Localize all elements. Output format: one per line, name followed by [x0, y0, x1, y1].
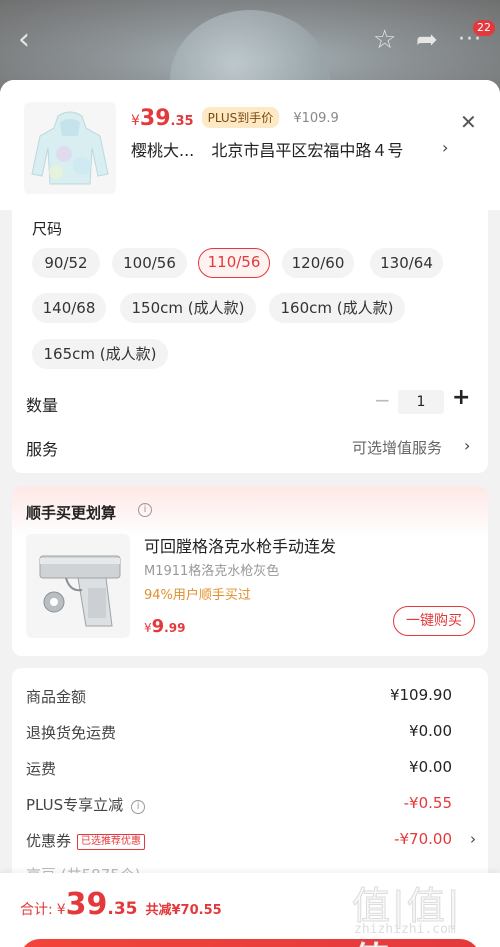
- size-option[interactable]: 150cm (成人款): [120, 293, 256, 323]
- star-icon[interactable]: ☆: [373, 22, 396, 58]
- service-value[interactable]: 可选增值服务: [352, 437, 442, 458]
- minus-icon[interactable]: −: [374, 388, 391, 412]
- chevron-right-icon[interactable]: ›: [464, 436, 470, 455]
- bill-row: 退换货免运费 ¥0.00: [26, 722, 476, 746]
- bundle-product-image[interactable]: [26, 534, 130, 638]
- coupon-row[interactable]: 优惠券 已选推荐优惠 -¥70.00 ›: [26, 830, 476, 854]
- watermark: 值|值|值 zhizhizhi.com: [352, 873, 492, 947]
- size-option[interactable]: 140/68: [32, 293, 106, 323]
- total-decimal: .35: [107, 899, 138, 919]
- purchase-sheet: ¥ 39 .35 PLUS到手价 ¥109.9 ✕ 樱桃大... 北京市昌平区宏…: [0, 80, 500, 947]
- quantity-label: 数量: [26, 396, 59, 415]
- info-icon[interactable]: i: [131, 800, 146, 814]
- spec-card: 尺码 90/52 100/56 110/56 120/60 130/64 140…: [12, 210, 488, 473]
- delivery-address[interactable]: 樱桃大... 北京市昌平区宏福中路４号: [131, 137, 461, 161]
- recommended-coupon-tag: 已选推荐优惠: [77, 834, 146, 850]
- total-price: 合计: ¥ 39 .35 共减¥70.55: [20, 887, 222, 922]
- size-option[interactable]: 165cm (成人款): [32, 339, 168, 369]
- price-currency: ¥: [131, 113, 140, 129]
- sheet-header: ¥ 39 .35 PLUS到手价 ¥109.9 ✕ 樱桃大... 北京市昌平区宏…: [0, 80, 500, 210]
- bill-value: -¥70.00: [394, 830, 452, 848]
- size-option[interactable]: 160cm (成人款): [269, 293, 405, 323]
- plus-price-tag: PLUS到手价: [201, 107, 280, 128]
- size-option[interactable]: 90/52: [32, 248, 100, 278]
- bill-row: 运费 ¥0.00: [26, 758, 476, 782]
- product-topbar: ‹ ☆ ➦ ··· 22: [0, 20, 500, 58]
- original-price: ¥109.9: [293, 111, 339, 126]
- back-icon[interactable]: ‹: [18, 22, 30, 58]
- product-thumbnail: [24, 102, 116, 194]
- bill-label: 商品金额: [26, 688, 87, 706]
- share-icon[interactable]: ➦: [416, 22, 438, 58]
- bundle-price-decimal: .99: [164, 621, 186, 635]
- bill-row: PLUS专享立减 i -¥0.55: [26, 794, 476, 818]
- bill-label: PLUS专享立减: [26, 796, 124, 814]
- chevron-right-icon[interactable]: ›: [442, 138, 448, 157]
- size-title: 尺码: [32, 220, 63, 238]
- watermark-url: zhizhizhi.com: [354, 922, 456, 937]
- bill-label-plus: PLUS专享立减 i: [26, 794, 146, 815]
- bill-value: ¥0.00: [409, 758, 452, 776]
- bundle-product-name[interactable]: 可回膛格洛克水枪手动连发: [144, 533, 336, 557]
- address-text: 北京市昌平区宏福中路４号: [211, 141, 404, 160]
- plus-icon[interactable]: +: [452, 385, 470, 410]
- total-integer: 39: [65, 887, 108, 922]
- close-icon[interactable]: ✕: [460, 110, 477, 134]
- service-label: 服务: [26, 440, 59, 459]
- bundle-price: ¥ 9 .99: [144, 616, 185, 637]
- size-option[interactable]: 130/64: [370, 248, 443, 278]
- total-saved: 共减¥70.55: [145, 903, 222, 918]
- bill-value: ¥0.00: [409, 722, 452, 740]
- price-integer: 39: [139, 106, 171, 131]
- size-option[interactable]: 100/56: [112, 248, 187, 278]
- size-option-selected[interactable]: 110/56: [198, 248, 270, 278]
- bill-value: -¥0.55: [403, 794, 452, 812]
- bundle-price-currency: ¥: [144, 621, 152, 635]
- bundle-card: 顺手买更划算 i 可回膛格洛克水枪手动连发 M1911格洛克水枪灰色 94%用户…: [12, 486, 488, 656]
- notification-badge: 22: [473, 20, 495, 36]
- chevron-right-icon[interactable]: ›: [470, 830, 476, 848]
- bundle-price-integer: 9: [151, 616, 165, 637]
- bill-label: 运费: [26, 760, 57, 778]
- bill-value: ¥109.90: [389, 686, 452, 704]
- bundle-product-variant: M1911格洛克水枪灰色: [144, 564, 280, 579]
- info-icon[interactable]: i: [138, 503, 152, 517]
- total-currency: ¥: [56, 902, 66, 918]
- bill-label: 优惠券: [26, 832, 72, 850]
- bundle-title: 顺手买更划算: [26, 504, 117, 522]
- bill-row: 商品金额 ¥109.90: [26, 686, 476, 710]
- bill-label-coupon: 优惠券 已选推荐优惠: [26, 830, 146, 852]
- product-name-short: 樱桃大...: [131, 141, 195, 160]
- size-option[interactable]: 120/60: [282, 248, 354, 278]
- total-label: 合计:: [20, 902, 53, 918]
- bill-label: 退换货免运费: [26, 724, 117, 742]
- bundle-popularity: 94%用户顺手买过: [144, 588, 251, 603]
- one-click-buy-button[interactable]: 一键购买: [393, 606, 475, 636]
- checkout-bar: 合计: ¥ 39 .35 共减¥70.55 值|值|值 zhizhizhi.co…: [0, 873, 500, 947]
- price-decimal: .35: [170, 114, 194, 129]
- sheet-price: ¥ 39 .35 PLUS到手价 ¥109.9: [131, 106, 339, 132]
- quantity-input[interactable]: 1: [398, 390, 444, 414]
